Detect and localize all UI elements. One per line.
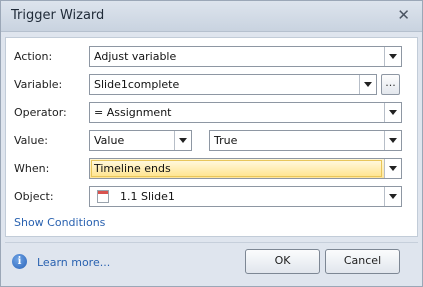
chevron-down-icon[interactable]	[174, 131, 191, 150]
object-label: Object:	[14, 190, 54, 203]
action-label: Action:	[14, 50, 53, 63]
trigger-wizard-dialog: Trigger Wizard ✕ Action: Adjust variable…	[0, 0, 423, 287]
when-value: Timeline ends	[94, 162, 171, 175]
chevron-down-icon[interactable]	[384, 47, 401, 66]
trigger-form-panel: Action: Adjust variable Variable: Slide1…	[5, 37, 418, 237]
action-value: Adjust variable	[94, 50, 177, 63]
footer-divider	[5, 242, 418, 243]
chevron-down-icon[interactable]	[359, 75, 376, 94]
close-icon[interactable]: ✕	[397, 7, 410, 23]
chevron-down-icon[interactable]	[384, 131, 401, 150]
when-label: When:	[14, 162, 50, 175]
variable-value: Slide1complete	[94, 78, 180, 91]
value-type-dropdown[interactable]: Value	[89, 130, 192, 151]
value-label: Value:	[14, 134, 48, 147]
object-value: 1.1 Slide1	[120, 190, 175, 203]
action-dropdown[interactable]: Adjust variable	[89, 46, 402, 67]
show-conditions-link[interactable]: Show Conditions	[14, 216, 105, 229]
value-dropdown[interactable]: True	[209, 130, 402, 151]
ok-button[interactable]: OK	[245, 249, 320, 274]
value-value: True	[214, 134, 238, 147]
object-dropdown[interactable]: 1.1 Slide1	[89, 186, 402, 207]
variable-browse-button[interactable]: ...	[381, 74, 400, 95]
cancel-button[interactable]: Cancel	[325, 249, 400, 274]
info-icon: i	[12, 254, 27, 269]
window-title: Trigger Wizard	[11, 8, 105, 23]
when-dropdown[interactable]: Timeline ends	[89, 158, 402, 179]
title-bar[interactable]: Trigger Wizard ✕	[1, 1, 422, 32]
chevron-down-icon[interactable]	[384, 159, 401, 178]
value-type-value: Value	[94, 134, 125, 147]
operator-label: Operator:	[14, 106, 67, 119]
variable-label: Variable:	[14, 78, 63, 91]
slide-thumbnail-icon	[97, 190, 109, 203]
operator-value: = Assignment	[94, 106, 172, 119]
learn-more-link[interactable]: Learn more...	[37, 256, 110, 269]
variable-dropdown[interactable]: Slide1complete	[89, 74, 377, 95]
chevron-down-icon[interactable]	[384, 187, 401, 206]
operator-dropdown[interactable]: = Assignment	[89, 102, 402, 123]
chevron-down-icon[interactable]	[384, 103, 401, 122]
